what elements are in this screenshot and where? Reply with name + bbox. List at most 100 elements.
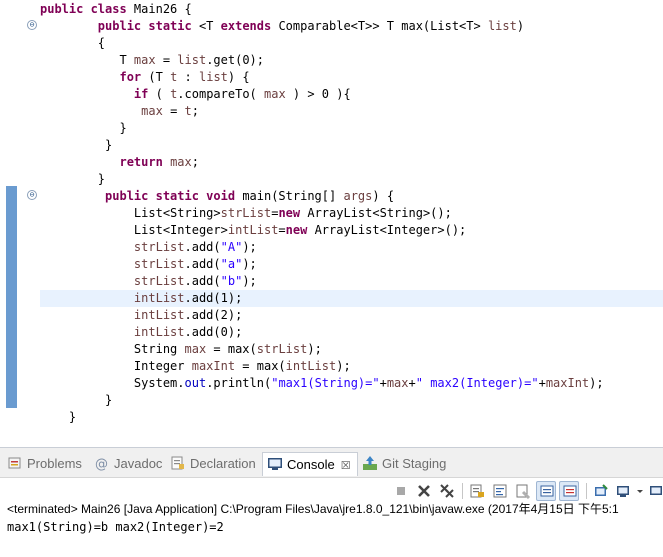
code-line[interactable]: List<String>strList=new ArrayList<String…	[0, 205, 663, 222]
show-on-error-icon[interactable]	[559, 481, 579, 501]
code-token: for	[119, 70, 142, 84]
code-token: max	[141, 104, 163, 118]
code-token: "max1(String)="	[271, 376, 380, 390]
code-line[interactable]: }	[0, 120, 663, 137]
code-token: List<String>	[40, 206, 221, 220]
scroll-lock-icon[interactable]	[467, 481, 487, 501]
code-token: main(String[]	[242, 189, 344, 203]
code-line[interactable]: intList.add(1);	[40, 290, 663, 307]
code-token: );	[242, 257, 257, 271]
code-token: intList	[133, 325, 185, 339]
code-line[interactable]: public class Main26 {	[0, 1, 663, 18]
console-icon	[267, 456, 283, 472]
code-token: String	[40, 342, 185, 356]
remove-launch-icon[interactable]	[414, 481, 434, 501]
code-token: public static	[97, 19, 199, 33]
code-token: :	[177, 70, 199, 84]
tab-git-staging[interactable]: Git Staging	[362, 452, 446, 476]
code-line[interactable]: if ( t.compareTo( max ) > 0 ){	[0, 86, 663, 103]
tab-problems[interactable]: Problems	[7, 452, 82, 476]
tab-declaration[interactable]: Declaration	[170, 452, 256, 476]
code-line[interactable]: public static void main(String[] args) {	[0, 188, 663, 205]
code-line[interactable]: }	[0, 171, 663, 188]
code-token: max	[170, 155, 192, 169]
code-line[interactable]: }	[0, 392, 663, 409]
code-line[interactable]: List<Integer>intList=new ArrayList<Integ…	[0, 222, 663, 239]
code-token: max	[386, 376, 409, 390]
code-line[interactable]: strList.add("a");	[0, 256, 663, 273]
code-line[interactable]: for (T t : list) {	[0, 69, 663, 86]
code-line[interactable]: public static <T extends Comparable<T>> …	[0, 18, 663, 35]
code-token: intList	[133, 291, 185, 305]
code-editor[interactable]: ⊖ ⊖ public class Main26 { public static …	[0, 0, 663, 427]
code-token: =	[278, 223, 286, 237]
code-token: );	[242, 240, 257, 254]
code-line[interactable]: System.out.println("max1(String)="+max+"…	[0, 375, 663, 392]
code-token: args	[343, 189, 373, 203]
code-token: intList	[285, 359, 337, 373]
code-line[interactable]: }	[0, 409, 663, 426]
code-line[interactable]: return max;	[0, 154, 663, 171]
display-console-icon[interactable]	[614, 481, 634, 501]
code-token: = max(	[235, 359, 286, 373]
code-token: }	[40, 138, 113, 152]
code-token: ) {	[227, 70, 250, 84]
code-line[interactable]: T max = list.get(0);	[0, 52, 663, 69]
code-line[interactable]: intList.add(0);	[0, 324, 663, 341]
code-token: public static void	[105, 189, 243, 203]
git-staging-icon	[362, 455, 378, 471]
code-token: ArrayList<String>();	[307, 206, 452, 220]
code-token: public class	[40, 2, 134, 16]
view-tab-bar: Problems @ Javadoc Declaration Console ☒ …	[0, 448, 663, 478]
pin-console-icon[interactable]	[591, 481, 611, 501]
code-token: t	[184, 104, 192, 118]
close-tab-icon[interactable]: ☒	[341, 454, 351, 478]
remove-all-terminated-icon[interactable]	[437, 481, 457, 501]
code-token: ;	[191, 104, 199, 118]
code-token: );	[307, 342, 322, 356]
code-token: ) {	[372, 189, 395, 203]
code-line[interactable]: max = t;	[0, 103, 663, 120]
code-token: new	[278, 206, 308, 220]
code-line[interactable]: Integer maxInt = max(intList);	[0, 358, 663, 375]
code-token: strList	[133, 240, 185, 254]
code-token: +	[379, 376, 387, 390]
clear-console-icon[interactable]	[513, 481, 533, 501]
code-line[interactable]: {	[0, 35, 663, 52]
terminate-icon[interactable]	[391, 481, 411, 501]
svg-text:@: @	[95, 457, 108, 471]
open-console-icon[interactable]	[648, 481, 663, 501]
code-line[interactable]: strList.add("b");	[0, 273, 663, 290]
code-token: (T	[141, 70, 171, 84]
code-token: "A"	[220, 240, 243, 254]
code-line[interactable]: String max = max(strList);	[0, 341, 663, 358]
code-line[interactable]: strList.add("A");	[0, 239, 663, 256]
code-token: (	[148, 87, 171, 101]
code-token: out	[184, 376, 207, 390]
code-token: .add(1);	[184, 291, 243, 305]
code-token: ArrayList<Integer>();	[314, 223, 467, 237]
show-on-output-icon[interactable]	[536, 481, 556, 501]
tab-console[interactable]: Console ☒	[262, 452, 358, 476]
code-token: Main26 {	[133, 2, 192, 16]
code-token: .add(	[184, 274, 221, 288]
code-token: " max2(Integer)="	[415, 376, 539, 390]
code-token: Integer	[40, 359, 192, 373]
code-token: "a"	[220, 257, 243, 271]
views-panel: Problems @ Javadoc Declaration Console ☒ …	[0, 447, 663, 557]
code-line[interactable]: intList.add(2);	[0, 307, 663, 324]
chevron-down-icon[interactable]	[634, 481, 646, 501]
code-line[interactable]: }	[0, 137, 663, 154]
word-wrap-icon[interactable]	[490, 481, 510, 501]
code-token: Comparable<T>> T max(List<T>	[278, 19, 488, 33]
code-token: extends	[220, 19, 279, 33]
tab-javadoc[interactable]: @ Javadoc	[94, 452, 162, 476]
code-token: .get(0);	[206, 53, 264, 67]
console-output[interactable]: max1(String)=b max2(Integer)=2	[7, 519, 224, 535]
code-token: .add(0);	[184, 325, 243, 339]
